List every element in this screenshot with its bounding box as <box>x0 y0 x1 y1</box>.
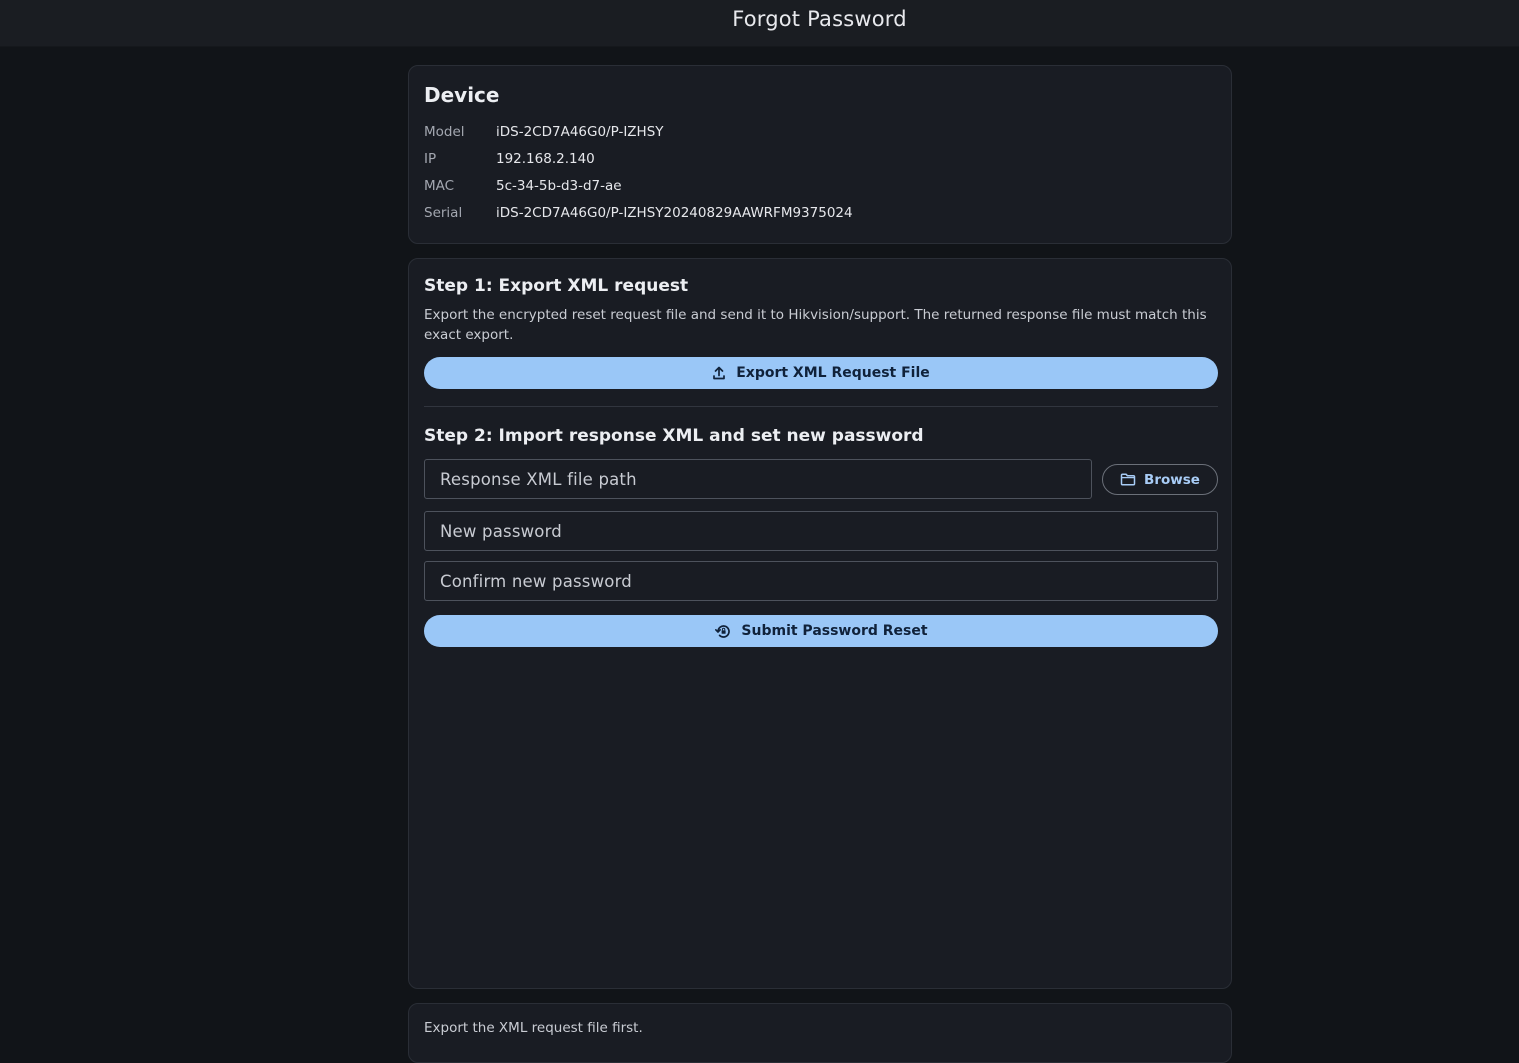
reset-steps-card: Step 1: Export XML request Export the en… <box>408 258 1232 989</box>
device-card: Device Model iDS-2CD7A46G0/P-IZHSY IP 19… <box>408 65 1232 244</box>
new-password-placeholder: New password <box>440 521 562 541</box>
browse-button-label: Browse <box>1144 471 1200 488</box>
mac-label: MAC <box>424 178 455 194</box>
confirm-password-placeholder: Confirm new password <box>440 571 632 591</box>
submit-password-reset-button[interactable]: Submit Password Reset <box>424 615 1218 647</box>
step1-description: Export the encrypted reset request file … <box>424 307 1207 343</box>
window-title: Forgot Password <box>732 7 907 31</box>
response-xml-path-placeholder: Response XML file path <box>440 469 637 489</box>
ip-label: IP <box>424 151 437 167</box>
model-label: Model <box>424 124 465 140</box>
title-bar: Forgot Password <box>0 0 1519 47</box>
ip-value: 192.168.2.140 <box>496 151 595 167</box>
status-message: Export the XML request file first. <box>424 1020 643 1036</box>
step-divider <box>424 406 1218 407</box>
mac-value: 5c-34-5b-d3-d7-ae <box>496 178 622 194</box>
device-heading: Device <box>424 83 500 107</box>
serial-value: iDS-2CD7A46G0/P-IZHSY20240829AAWRFM93750… <box>496 205 853 221</box>
serial-label: Serial <box>424 205 463 221</box>
step1-heading: Step 1: Export XML request <box>424 276 689 296</box>
submit-password-reset-label: Submit Password Reset <box>741 623 928 639</box>
folder-icon <box>1120 473 1136 486</box>
export-xml-button-label: Export XML Request File <box>736 365 930 381</box>
model-value: iDS-2CD7A46G0/P-IZHSY <box>496 124 664 140</box>
upload-icon <box>713 366 726 380</box>
confirm-password-input[interactable]: Confirm new password <box>424 561 1218 601</box>
response-xml-path-input[interactable]: Response XML file path <box>424 459 1092 499</box>
browse-button[interactable]: Browse <box>1102 464 1218 495</box>
status-card: Export the XML request file first. <box>408 1003 1232 1063</box>
step2-heading: Step 2: Import response XML and set new … <box>424 426 924 446</box>
lock-reset-icon <box>715 624 731 638</box>
export-xml-button[interactable]: Export XML Request File <box>424 357 1218 389</box>
new-password-input[interactable]: New password <box>424 511 1218 551</box>
